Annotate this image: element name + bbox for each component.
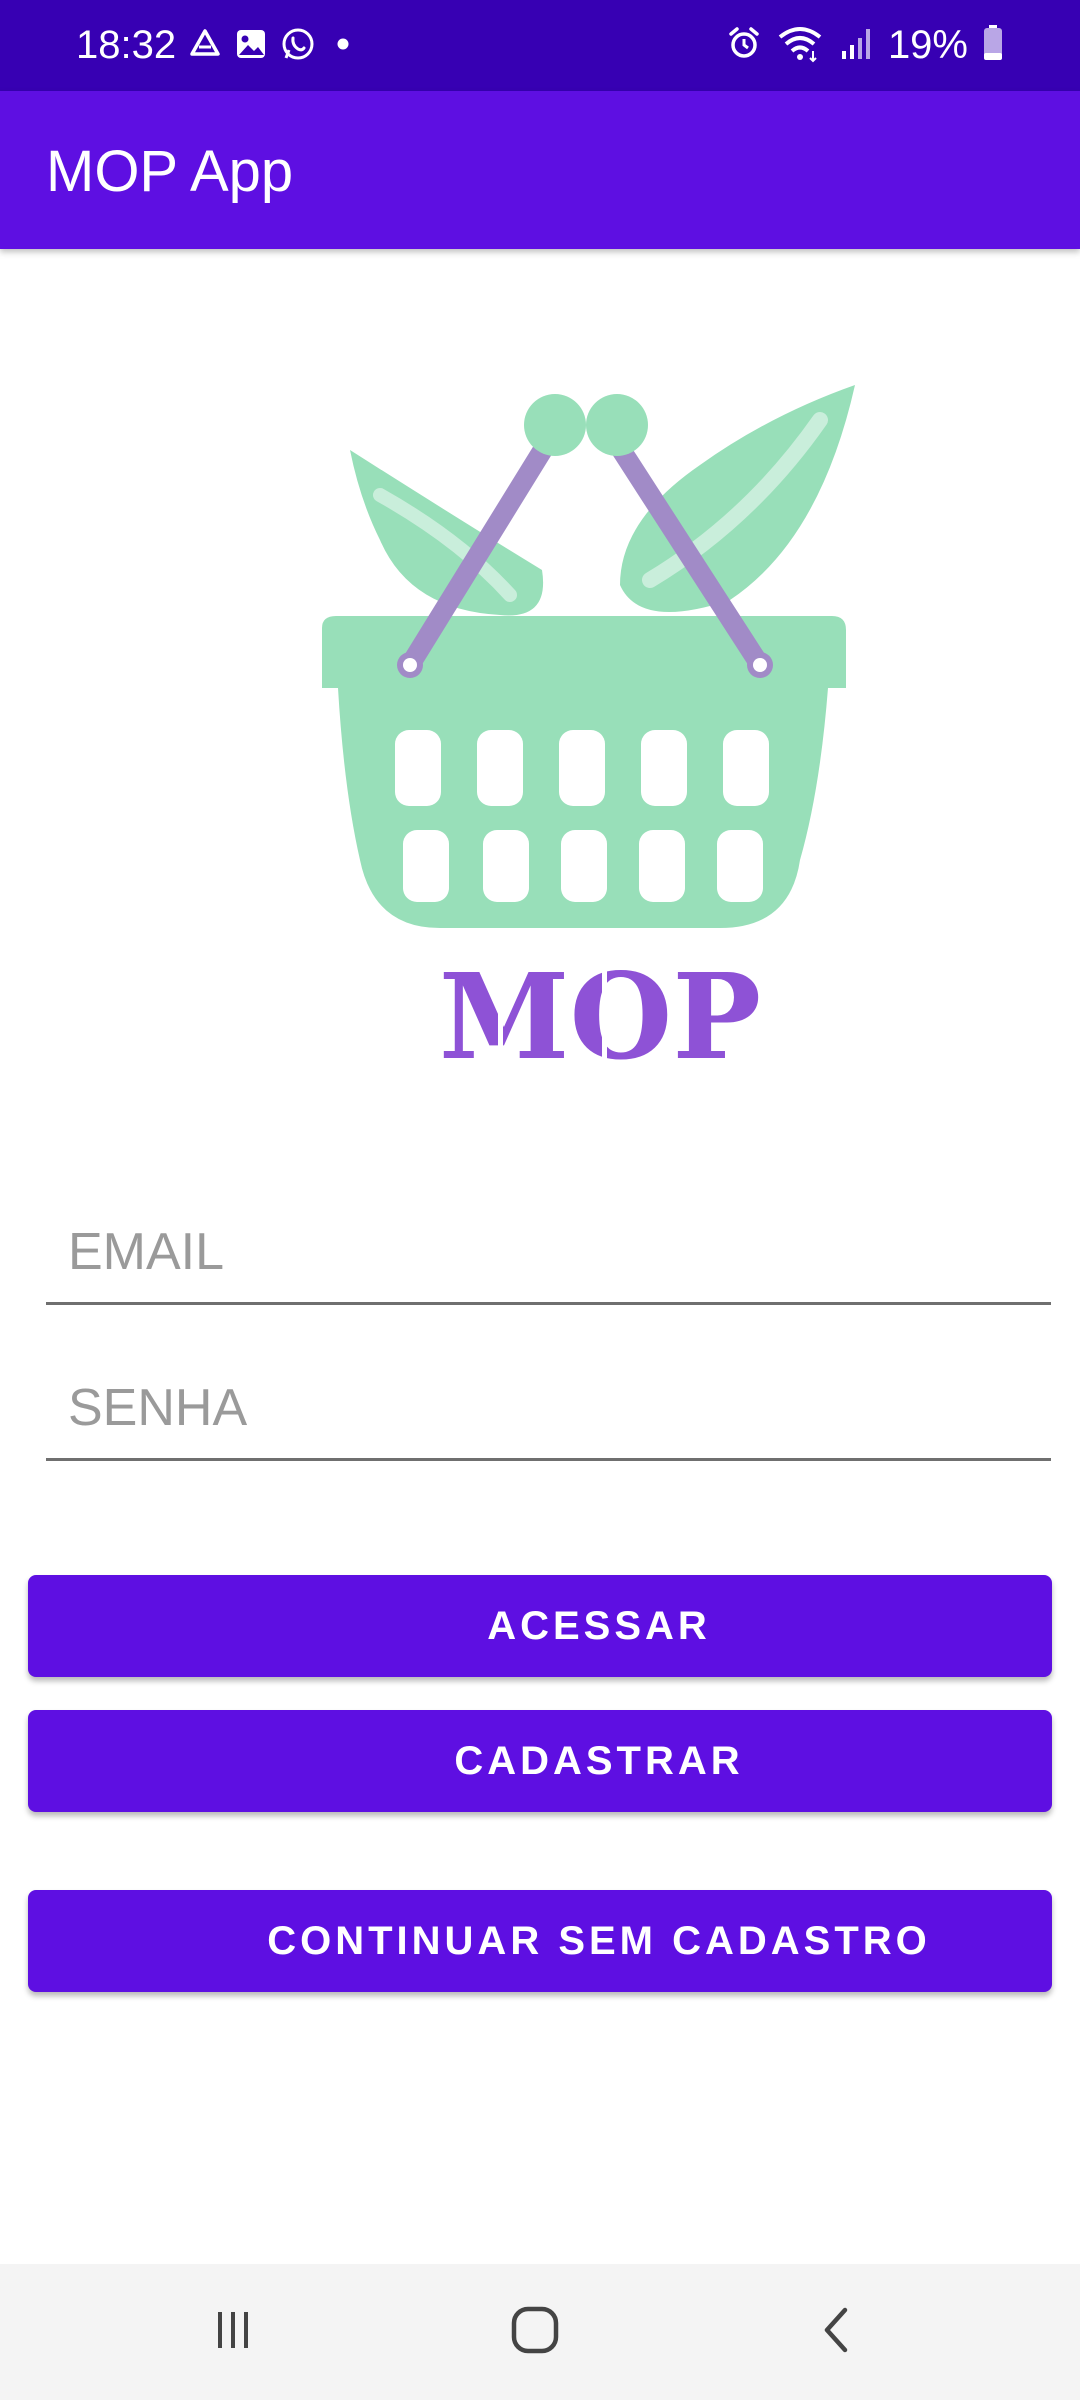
recent-apps-button[interactable]: [153, 2264, 313, 2400]
drive-icon: [188, 27, 222, 66]
wifi-icon: [776, 23, 824, 68]
battery-icon: [982, 24, 1004, 67]
app-title: MOP App: [46, 139, 294, 204]
system-status-icons: 19%: [726, 20, 1004, 70]
password-field[interactable]: [46, 1358, 1051, 1461]
back-icon: [815, 2304, 859, 2361]
email-field[interactable]: [46, 1202, 1051, 1305]
back-button[interactable]: [757, 2264, 917, 2400]
dot-icon: [328, 27, 358, 66]
login-button[interactable]: ACESSAR: [28, 1575, 1052, 1677]
logo-text: MOP: [439, 947, 761, 1070]
continue-without-registration-button[interactable]: CONTINUAR SEM CADASTRO: [28, 1890, 1052, 1992]
app-bar: MOP App: [0, 91, 1080, 249]
home-icon: [509, 2304, 561, 2361]
battery-percentage: 19%: [887, 23, 968, 67]
email-input[interactable]: [46, 1202, 1051, 1302]
password-input[interactable]: [46, 1358, 1051, 1458]
status-time: 18:32: [76, 23, 177, 67]
recent-apps-icon: [211, 2308, 255, 2357]
home-button[interactable]: [455, 2264, 615, 2400]
whatsapp-icon: [280, 26, 316, 67]
gallery-icon: [234, 27, 268, 66]
signal-icon: [838, 25, 874, 66]
status-bar: 18:32 19%: [0, 0, 1080, 91]
mop-logo: MOP: [300, 370, 860, 1086]
register-button[interactable]: CADASTRAR: [28, 1710, 1052, 1812]
login-screen: 18:32 19% MOP App MOP EMAIL ACESSAR CADA…: [0, 0, 1080, 2400]
alarm-icon: [726, 25, 762, 66]
navigation-bar: [0, 2264, 1080, 2400]
notification-icons: [188, 24, 358, 68]
